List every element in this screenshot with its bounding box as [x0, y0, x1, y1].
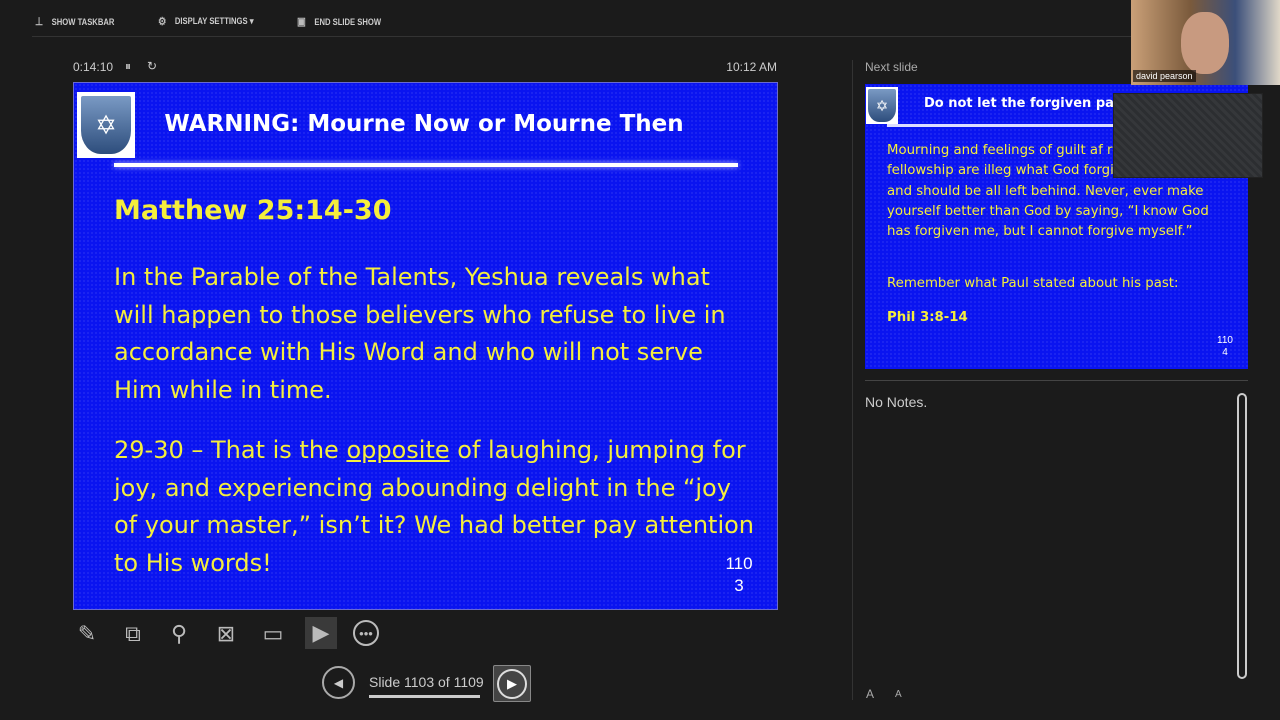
webcam-feed: david pearson — [1131, 0, 1280, 85]
display-settings-button[interactable]: ⚙ DISPLAY SETTINGS ▾ — [158, 15, 254, 28]
increase-font-button[interactable]: A — [866, 687, 874, 701]
pane-divider — [852, 60, 853, 700]
notes-divider — [865, 380, 1248, 381]
slide-number: 110 4 — [1217, 335, 1233, 358]
slide-number: 110 3 — [725, 554, 753, 595]
slide-paragraph-1: In the Parable of the Talents, Yeshua re… — [114, 263, 726, 404]
slide-counter[interactable]: Slide 1103 of 1109 — [369, 674, 484, 690]
end-show-icon: ▣ — [297, 16, 306, 28]
more-options-icon[interactable]: ••• — [353, 620, 379, 646]
slide-title: WARNING: Mourne Now or Mourne Then — [164, 111, 684, 137]
next-slide-label: Next slide — [865, 60, 918, 74]
see-all-slides-icon[interactable]: ⧉ — [119, 620, 147, 648]
notes-scrollbar[interactable] — [1237, 393, 1247, 679]
black-screen-icon[interactable]: ⊠ — [212, 620, 240, 648]
taskbar-icon: ⊥ — [35, 16, 44, 28]
decrease-font-button[interactable]: A — [895, 689, 902, 700]
next-slide-reference: Phil 3:8-14 — [887, 310, 968, 325]
title-rule — [114, 163, 738, 167]
pen-tool-icon[interactable]: ✎ — [73, 620, 101, 648]
restart-timer-button[interactable]: ↻ — [147, 59, 157, 73]
scripture-reference: Matthew 25:14-30 — [114, 195, 392, 226]
elapsed-timer: 0:14:10 — [73, 60, 114, 74]
camera-icon[interactable]: ▶ — [305, 617, 337, 649]
next-slide-paragraph-2: Remember what Paul stated about his past… — [887, 276, 1179, 291]
subtitles-icon[interactable]: ▭ — [259, 620, 287, 648]
display-settings-icon: ⚙ — [158, 16, 167, 28]
clock: 10:12 AM — [726, 60, 777, 74]
divider — [32, 36, 1132, 37]
zoom-magnifier-icon[interactable]: ⚲ — [165, 620, 193, 648]
current-slide[interactable]: ✡ WARNING: Mourne Now or Mourne Then Mat… — [73, 82, 778, 610]
slide-progress-bar — [369, 695, 481, 698]
next-slide-title: Do not let the forgiven past c — [924, 96, 1141, 111]
end-slide-show-button[interactable]: ▣ END SLIDE SHOW — [297, 15, 381, 28]
logo-emblem: ✡ — [866, 87, 898, 124]
show-taskbar-button[interactable]: ⊥ SHOW TASKBAR — [35, 15, 114, 28]
slide-paragraph-2: 29-30 – That is the opposite of laughing… — [114, 436, 755, 577]
participant-face — [1181, 12, 1229, 74]
next-slide-button[interactable]: ▶ — [493, 665, 531, 702]
video-overlay-placeholder — [1113, 93, 1263, 178]
participant-name: david pearson — [1133, 70, 1196, 82]
previous-slide-button[interactable]: ◀ — [322, 666, 355, 699]
pause-timer-button[interactable]: ⏸ — [125, 59, 131, 74]
logo-emblem: ✡ — [77, 92, 135, 158]
speaker-notes: No Notes. — [865, 394, 928, 410]
